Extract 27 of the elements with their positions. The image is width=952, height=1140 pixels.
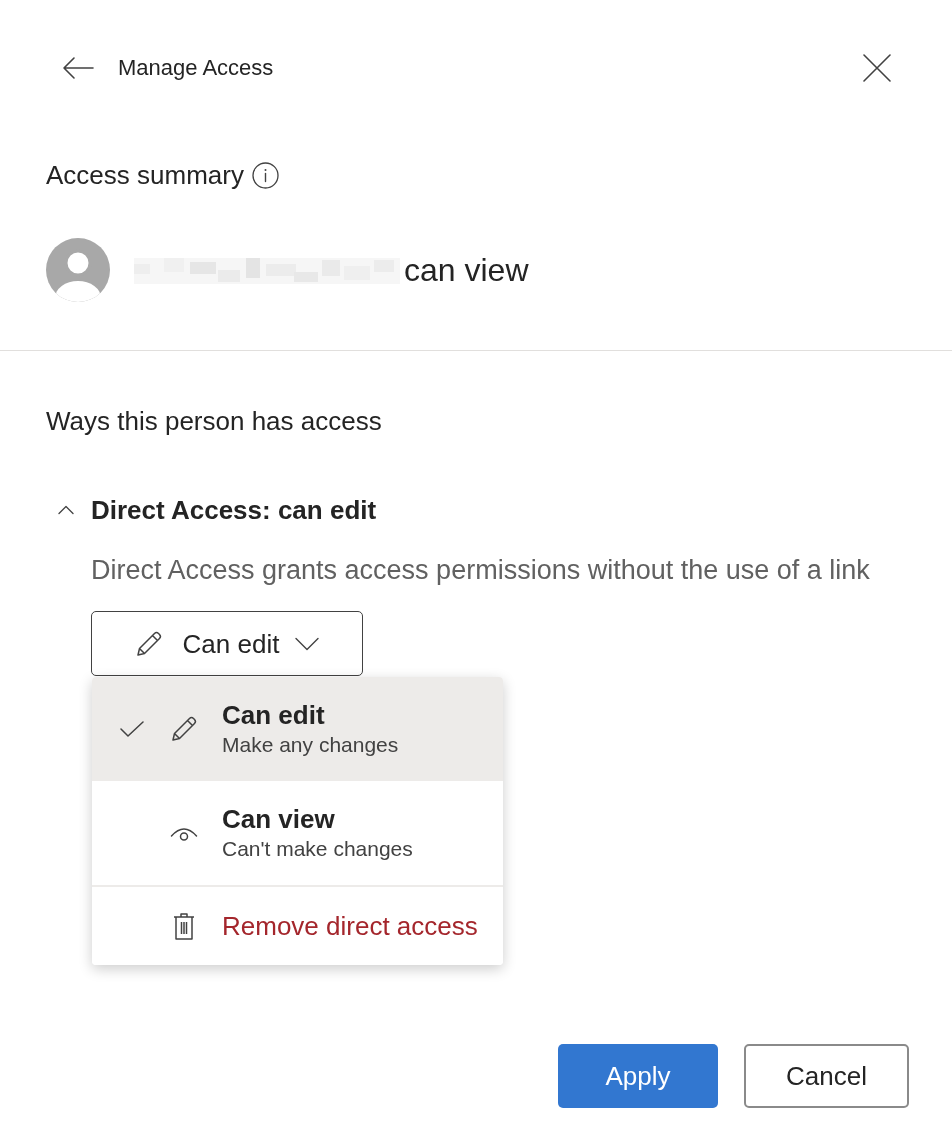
apply-button[interactable]: Apply	[558, 1044, 718, 1108]
menu-item-subtitle: Make any changes	[222, 732, 399, 758]
menu-item-title: Can view	[222, 803, 336, 835]
permission-dropdown[interactable]: Can edit	[91, 611, 363, 676]
checkmark-icon	[120, 721, 144, 737]
close-icon	[863, 54, 891, 82]
info-icon[interactable]	[251, 161, 279, 189]
trash-icon	[173, 912, 195, 940]
menu-item[interactable]: Can view Can't make changes	[92, 781, 503, 885]
menu-item-title: Remove direct access	[222, 910, 478, 942]
chevron-up-icon[interactable]	[58, 505, 74, 515]
back-arrow-icon	[62, 56, 94, 80]
cancel-button[interactable]: Cancel	[744, 1044, 909, 1108]
pencil-icon	[134, 629, 163, 658]
description-text: Direct Access grants access permissions without the use of a link	[91, 554, 871, 587]
pencil-icon	[170, 715, 198, 743]
section-heading: Access summary	[46, 159, 244, 192]
group-title[interactable]: Direct Access: can edit	[91, 493, 377, 527]
menu-item[interactable]: Can edit Make any changes	[92, 677, 503, 781]
chevron-down-icon	[295, 636, 320, 651]
section-heading: Ways this person has access	[46, 405, 383, 438]
menu-item[interactable]: Remove direct access	[92, 887, 503, 965]
menu-item-title: Can edit	[222, 699, 326, 731]
panel-title: Manage Access	[118, 54, 274, 82]
access-level-text: can view	[404, 251, 529, 290]
close-button[interactable]	[860, 51, 894, 85]
menu-item-subtitle: Can't make changes	[222, 836, 413, 862]
